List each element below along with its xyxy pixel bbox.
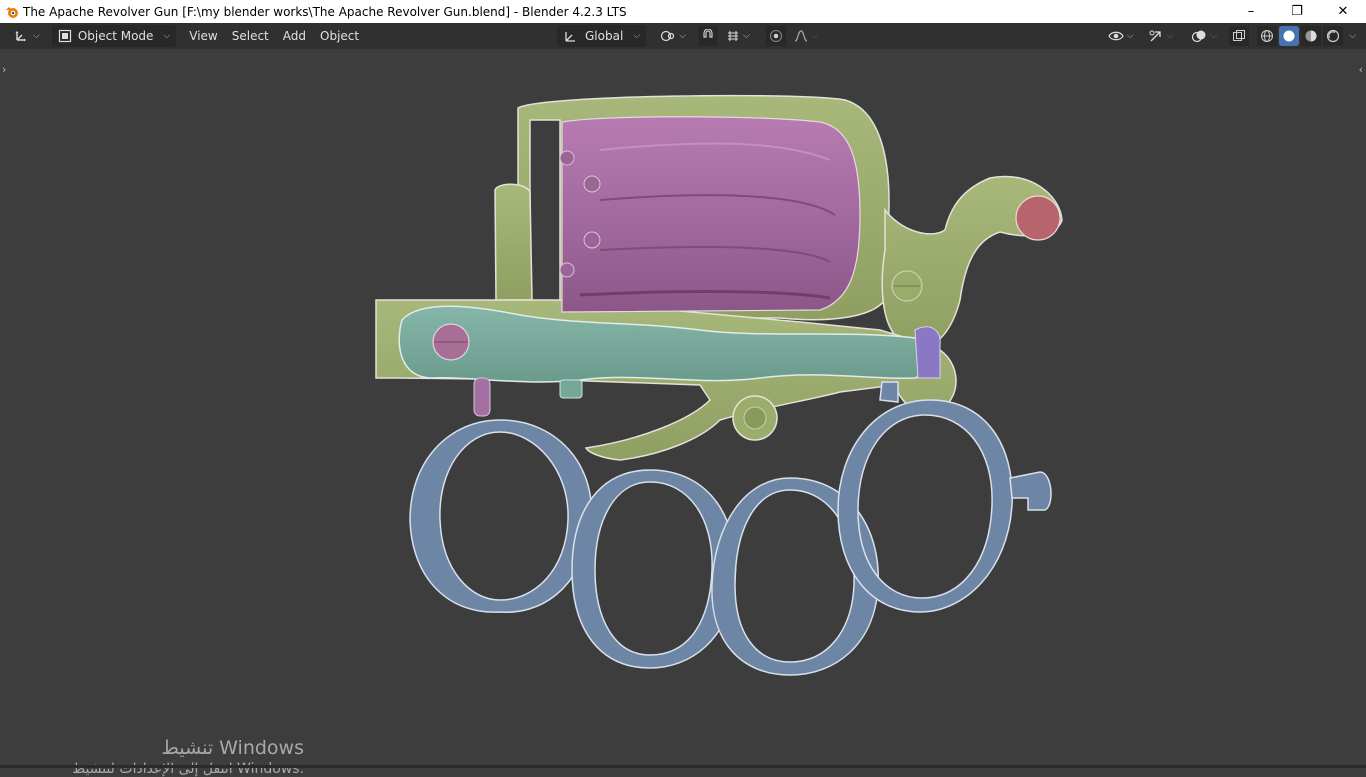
transform-tools: Global ⌵ ⌵ ⌵ ⌵	[557, 23, 824, 49]
restore-button[interactable]: ❐	[1274, 0, 1320, 23]
shading-rendered-button[interactable]	[1323, 26, 1344, 46]
snap-target-selector[interactable]: ⌵	[720, 25, 756, 47]
3d-viewport-icon	[15, 31, 26, 42]
material-sphere-icon	[1305, 30, 1317, 42]
gizmo-selector[interactable]: ⌵	[1142, 25, 1180, 47]
menu-object[interactable]: Object	[313, 25, 366, 47]
chevron-down-icon: ⌵	[1166, 31, 1174, 41]
wireframe-sphere-icon	[1261, 30, 1274, 42]
snap-increment-icon	[727, 31, 738, 41]
pivot-point-selector[interactable]: ⌵	[654, 25, 692, 47]
viewport-header: ⌵ Object Mode ⌵ View Select Add Object G…	[0, 23, 1366, 49]
blender-logo-icon	[6, 6, 18, 18]
minimize-button[interactable]: –	[1228, 0, 1274, 23]
chevron-down-icon: ⌵	[163, 31, 171, 41]
xray-icon	[1233, 30, 1246, 41]
revolver-model[interactable]	[0, 49, 1366, 768]
transform-orientation-selector[interactable]: Global ⌵	[557, 25, 647, 47]
orientation-axes-icon	[565, 32, 575, 42]
revolver-cylinder	[561, 116, 861, 313]
viewport-display-tools: ⌵ ⌵ ⌵ ⌵	[1102, 23, 1356, 49]
eye-icon	[1107, 31, 1124, 41]
menu-view[interactable]: View	[182, 25, 224, 47]
chevron-down-icon: ⌵	[679, 31, 686, 41]
close-button[interactable]: ✕	[1320, 0, 1366, 23]
menu-select[interactable]: Select	[225, 25, 276, 47]
chevron-down-icon: ⌵	[33, 31, 40, 41]
menu-add[interactable]: Add	[276, 25, 313, 47]
overlays-selector[interactable]: ⌵	[1185, 25, 1223, 47]
chevron-down-icon: ⌵	[810, 31, 818, 41]
window-titlebar: The Apache Revolver Gun [F:\my blender w…	[0, 0, 1366, 23]
mode-selector[interactable]: Object Mode ⌵	[51, 25, 177, 47]
snap-toggle[interactable]	[697, 26, 718, 46]
magnet-icon	[703, 29, 713, 38]
shading-material-button[interactable]	[1301, 26, 1322, 46]
chevron-down-icon: ⌵	[1210, 31, 1218, 41]
shading-wireframe-button[interactable]	[1257, 26, 1278, 46]
xray-toggle[interactable]	[1229, 26, 1250, 46]
shading-options-chevron-icon[interactable]: ⌵	[1349, 31, 1356, 41]
chevron-down-icon: ⌵	[1126, 31, 1134, 41]
pivot-icon	[661, 30, 675, 42]
falloff-curve-icon	[794, 30, 807, 42]
object-mode-icon	[58, 29, 71, 43]
3d-viewport[interactable]: › ‹ تنشيط Windows انتقل إلى الإعدادات لت…	[0, 49, 1366, 777]
visibility-selector[interactable]: ⌵	[1102, 25, 1140, 47]
proportional-edit-icon	[769, 30, 782, 42]
window-controls: – ❐ ✕	[1228, 0, 1366, 23]
knuckle-duster	[409, 381, 1052, 676]
gizmo-icon	[1149, 30, 1161, 42]
proportional-editing-toggle[interactable]	[765, 26, 786, 46]
solid-sphere-icon	[1283, 30, 1295, 42]
overlays-icon	[1192, 30, 1206, 43]
rendered-sphere-icon	[1327, 29, 1340, 43]
activation-title: تنشيط Windows	[161, 737, 304, 759]
falloff-selector[interactable]: ⌵	[788, 25, 824, 47]
orientation-label: Global	[585, 29, 624, 43]
editor-type-selector[interactable]: ⌵	[8, 25, 46, 47]
hammer-spur	[1015, 195, 1061, 241]
chevron-down-icon: ⌵	[742, 31, 750, 41]
chevron-down-icon: ⌵	[633, 31, 641, 41]
pin-left	[473, 377, 491, 417]
pin-right	[914, 326, 941, 379]
shading-solid-button[interactable]	[1279, 26, 1300, 46]
mode-label: Object Mode	[77, 29, 154, 43]
activation-subtitle: انتقل إلى الإعدادات لتنشيط Windows.	[72, 761, 304, 777]
window-title: The Apache Revolver Gun [F:\my blender w…	[23, 4, 627, 19]
windows-activation-watermark: تنشيط Windows انتقل إلى الإعدادات لتنشيط…	[72, 737, 304, 777]
frame-loading-gate	[494, 183, 533, 301]
